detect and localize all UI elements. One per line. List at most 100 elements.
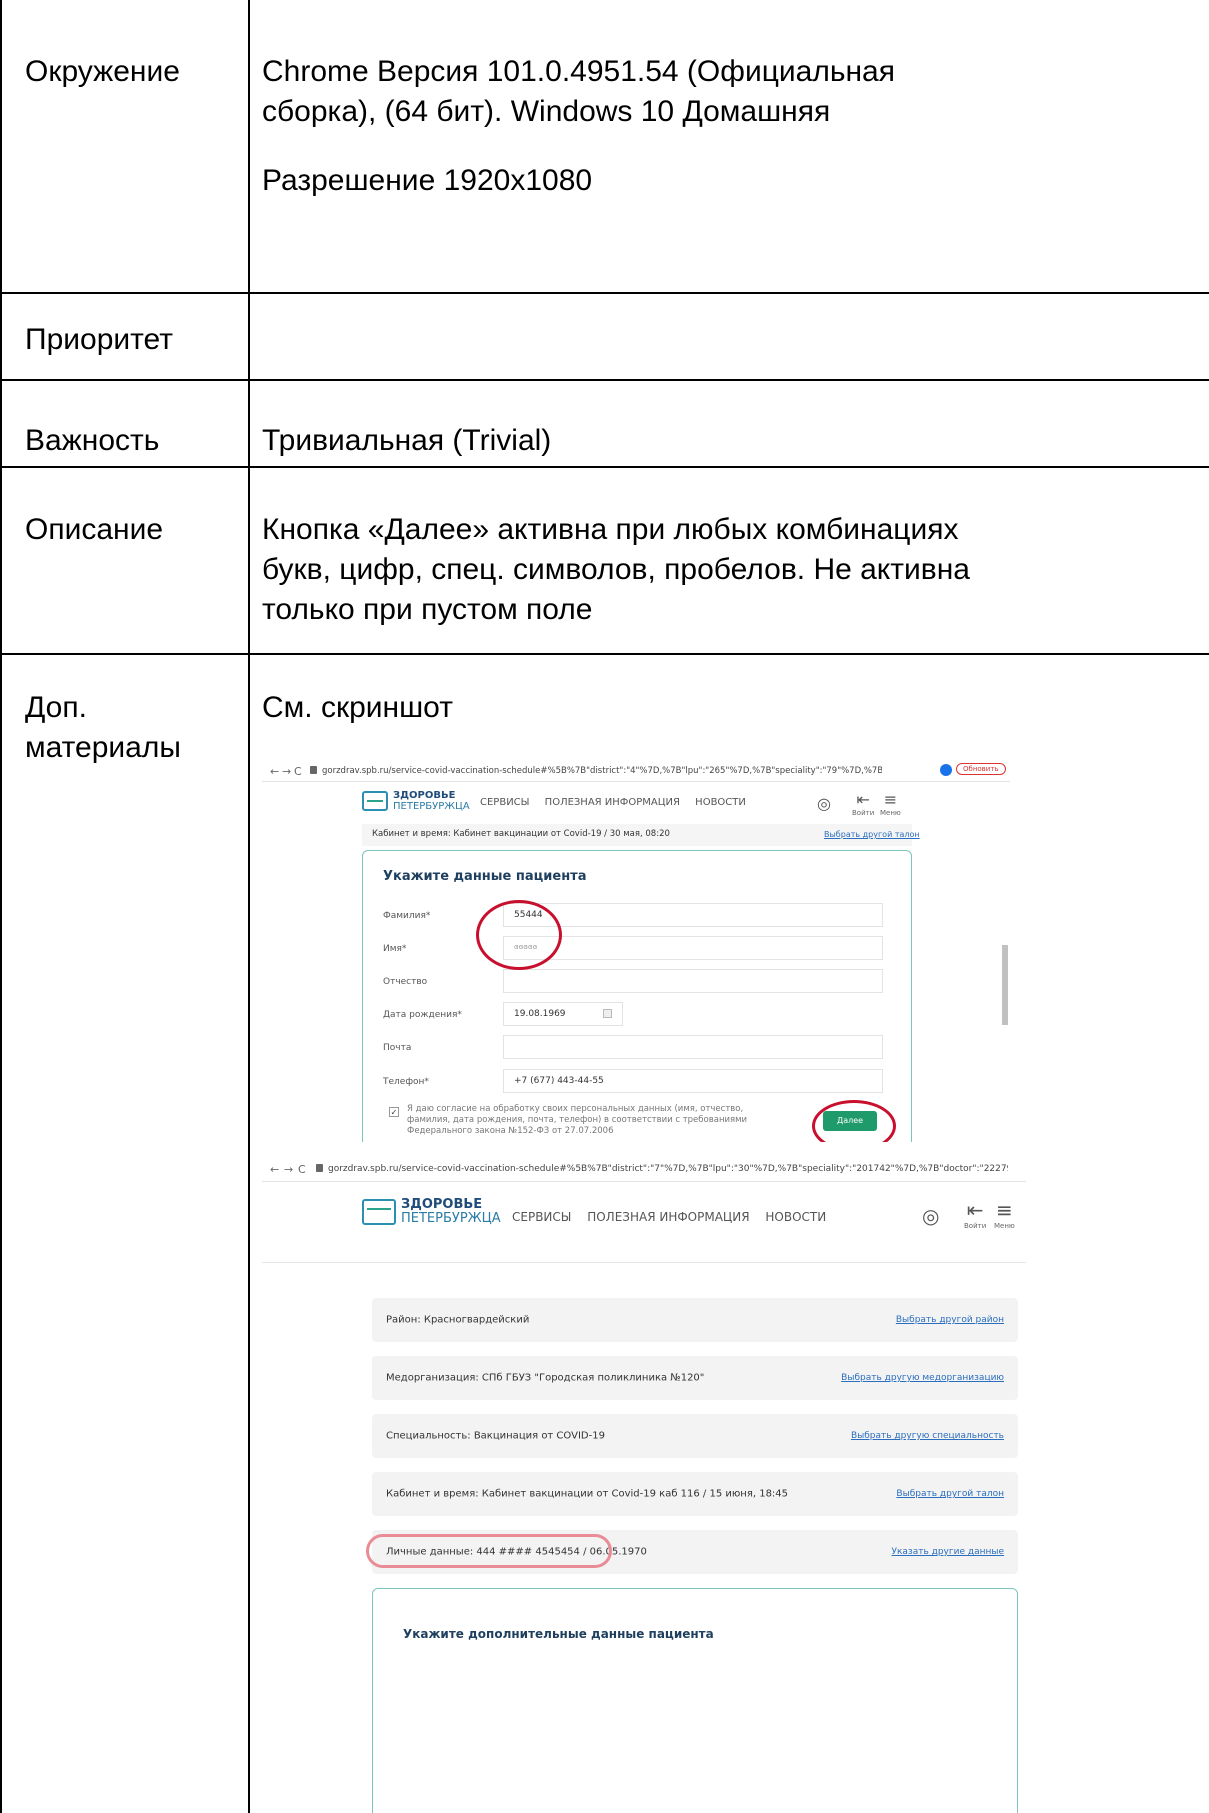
top-menu: СЕРВИСЫ ПОЛЕЗНАЯ ИНФОРМАЦИЯ НОВОСТИ bbox=[480, 797, 758, 808]
change-speciality-link[interactable]: Выбрать другую специальность bbox=[851, 1431, 1004, 1441]
consent-checkbox[interactable]: ✓ bbox=[389, 1107, 399, 1117]
lock-icon-2 bbox=[316, 1164, 323, 1172]
menu-label-2: Меню bbox=[994, 1222, 1015, 1230]
logo2-line-2: ПЕТЕРБУРЖЦА bbox=[401, 1211, 501, 1226]
row-divider-2 bbox=[0, 379, 1209, 381]
back-arrow-icon[interactable]: ← bbox=[270, 765, 279, 778]
menu-icon[interactable]: ≡ Меню bbox=[880, 790, 901, 817]
cabinet-row: Кабинет и время: Кабинет вакцинации от C… bbox=[362, 824, 920, 846]
logo-icon bbox=[362, 791, 388, 811]
district-row: Район: Красногвардейский Выбрать другой … bbox=[372, 1298, 1018, 1342]
row-label-environment: Окружение bbox=[25, 55, 180, 88]
login-icon-2[interactable]: ⇤ Войти bbox=[964, 1198, 986, 1230]
change-organization-link[interactable]: Выбрать другую медорганизацию bbox=[841, 1373, 1004, 1383]
screenshot-1: ← → C gorzdrav.spb.ru/service-covid-vacc… bbox=[262, 760, 1010, 1142]
update-button[interactable]: Обновить bbox=[956, 763, 1006, 775]
row-value-severity: Тривиальная (Trivial) bbox=[262, 424, 552, 457]
environment-line-1: Chrome Версия 101.0.4951.54 (Официальная bbox=[262, 55, 895, 88]
screenshot-2: ← → C gorzdrav.spb.ru/service-covid-vacc… bbox=[262, 1158, 1026, 1813]
highlight-name-fields bbox=[476, 900, 562, 970]
browser-address-bar-2: ← → C gorzdrav.spb.ru/service-covid-vacc… bbox=[262, 1158, 1026, 1182]
district-text: Район: Красногвардейский bbox=[386, 1314, 530, 1326]
description-line-2: букв, цифр, спец. символов, пробелов. Не… bbox=[262, 553, 970, 586]
menu-icon-2[interactable]: ≡ Меню bbox=[994, 1198, 1015, 1230]
row-label-priority: Приоритет bbox=[25, 323, 173, 356]
speciality-text: Специальность: Вакцинация от COVID-19 bbox=[386, 1430, 605, 1442]
consent-text: Я даю согласие на обработку своих персон… bbox=[407, 1104, 748, 1136]
patronymic-label: Отчество bbox=[383, 977, 428, 987]
reload-icon[interactable]: C bbox=[294, 765, 302, 778]
description-line-3: только при пустом поле bbox=[262, 593, 593, 626]
menu2-news[interactable]: НОВОСТИ bbox=[765, 1210, 826, 1224]
row-value-materials: См. скриншот bbox=[262, 691, 453, 724]
back-arrow-icon-2[interactable]: ← bbox=[270, 1163, 279, 1176]
birthdate-label: Дата рождения* bbox=[383, 1010, 462, 1020]
menu-services[interactable]: СЕРВИСЫ bbox=[480, 797, 529, 808]
logo-icon-2 bbox=[362, 1199, 396, 1225]
organization-row: Медорганизация: СПб ГБУЗ "Городская поли… bbox=[372, 1356, 1018, 1400]
email-label: Почта bbox=[383, 1043, 412, 1053]
header-divider bbox=[262, 1262, 1026, 1263]
menu-news[interactable]: НОВОСТИ bbox=[695, 797, 746, 808]
menu-useful-info[interactable]: ПОЛЕЗНАЯ ИНФОРМАЦИЯ bbox=[545, 797, 680, 808]
table-column-divider bbox=[248, 0, 250, 1813]
description-line-1: Кнопка «Далее» активна при любых комбина… bbox=[262, 513, 959, 546]
lock-icon bbox=[310, 766, 317, 774]
menu-label: Меню bbox=[880, 809, 901, 817]
additional-data-card: Укажите дополнительные данные пациента bbox=[372, 1588, 1018, 1813]
browser-address-bar: ← → C gorzdrav.spb.ru/service-covid-vacc… bbox=[262, 760, 1010, 782]
row-value-description: Кнопка «Далее» активна при любых комбина… bbox=[262, 510, 1062, 630]
change-ticket-link[interactable]: Выбрать другой талон bbox=[824, 830, 920, 839]
change-personal-data-link[interactable]: Указать другие данные bbox=[891, 1547, 1004, 1557]
surname-label: Фамилия* bbox=[383, 911, 431, 921]
surname-input[interactable]: 55444 bbox=[503, 903, 883, 927]
profile-avatar[interactable] bbox=[940, 764, 952, 776]
menu2-useful-info[interactable]: ПОЛЕЗНАЯ ИНФОРМАЦИЯ bbox=[587, 1210, 749, 1224]
row-divider-4 bbox=[0, 653, 1209, 655]
patronymic-input[interactable] bbox=[503, 969, 883, 993]
cabinet-text-2: Кабинет и время: Кабинет вакцинации от C… bbox=[386, 1488, 789, 1500]
row-value-environment: Chrome Версия 101.0.4951.54 (Официальная… bbox=[262, 52, 1062, 201]
logo-line-1: ЗДОРОВЬЕ bbox=[393, 790, 456, 801]
environment-resolution: Разрешение 1920x1080 bbox=[262, 164, 593, 197]
cabinet-text: Кабинет и время: Кабинет вакцинации от C… bbox=[372, 829, 670, 839]
site-logo-2[interactable]: ЗДОРОВЬЕ ПЕТЕРБУРЖЦА bbox=[362, 1198, 501, 1226]
url-text-2[interactable]: gorzdrav.spb.ru/service-covid-vaccinatio… bbox=[328, 1164, 1008, 1174]
login-label-2: Войти bbox=[964, 1222, 987, 1230]
login-label: Войти bbox=[852, 809, 875, 817]
email-input[interactable] bbox=[503, 1035, 883, 1059]
top-menu-2: СЕРВИСЫ ПОЛЕЗНАЯ ИНФОРМАЦИЯ НОВОСТИ bbox=[512, 1210, 838, 1224]
row-divider-3 bbox=[0, 466, 1209, 468]
reload-icon-2[interactable]: C bbox=[298, 1163, 306, 1176]
change-district-link[interactable]: Выбрать другой район bbox=[896, 1315, 1004, 1325]
eye-icon[interactable]: ◎ bbox=[817, 794, 831, 813]
calendar-icon[interactable] bbox=[603, 1009, 612, 1018]
change-ticket-link-2[interactable]: Выбрать другой талон bbox=[896, 1489, 1004, 1499]
logo-text-2: ЗДОРОВЬЕ ПЕТЕРБУРЖЦА bbox=[401, 1198, 501, 1226]
eye-icon-2[interactable]: ◎ bbox=[922, 1204, 939, 1228]
additional-form-title: Укажите дополнительные данные пациента bbox=[403, 1627, 714, 1641]
row-label-description: Описание bbox=[25, 513, 164, 546]
logo-line-2: ПЕТЕРБУРЖЦА bbox=[393, 801, 470, 812]
materials-line-2: материалы bbox=[25, 731, 181, 764]
forward-arrow-icon-2[interactable]: → bbox=[284, 1163, 293, 1176]
patient-form-card: Укажите данные пациента Фамилия* 55444 И… bbox=[362, 850, 912, 1142]
logo2-line-1: ЗДОРОВЬЕ bbox=[401, 1197, 483, 1212]
row-label-severity: Важность bbox=[25, 424, 160, 457]
logo-text: ЗДОРОВЬЕ ПЕТЕРБУРЖЦА bbox=[393, 790, 470, 812]
row-label-materials: Доп. материалы bbox=[25, 688, 181, 768]
organization-text: Медорганизация: СПб ГБУЗ "Городская поли… bbox=[386, 1372, 705, 1384]
url-text[interactable]: gorzdrav.spb.ru/service-covid-vaccinatio… bbox=[322, 766, 882, 776]
login-icon[interactable]: ⇤ Войти bbox=[852, 790, 874, 817]
materials-line-1: Доп. bbox=[25, 691, 87, 724]
scrollbar-thumb[interactable] bbox=[1002, 945, 1008, 1025]
phone-input[interactable]: +7 (677) 443-44-55 bbox=[503, 1069, 883, 1093]
forward-arrow-icon[interactable]: → bbox=[282, 765, 291, 778]
highlight-personal-data bbox=[366, 1534, 612, 1568]
site-logo[interactable]: ЗДОРОВЬЕ ПЕТЕРБУРЖЦА bbox=[362, 790, 470, 812]
speciality-row: Специальность: Вакцинация от COVID-19 Вы… bbox=[372, 1414, 1018, 1458]
environment-line-2: сборка), (64 бит). Windows 10 Домашняя bbox=[262, 95, 831, 128]
menu2-services[interactable]: СЕРВИСЫ bbox=[512, 1210, 571, 1224]
form-title: Укажите данные пациента bbox=[383, 869, 587, 884]
row-divider-1 bbox=[0, 292, 1209, 294]
